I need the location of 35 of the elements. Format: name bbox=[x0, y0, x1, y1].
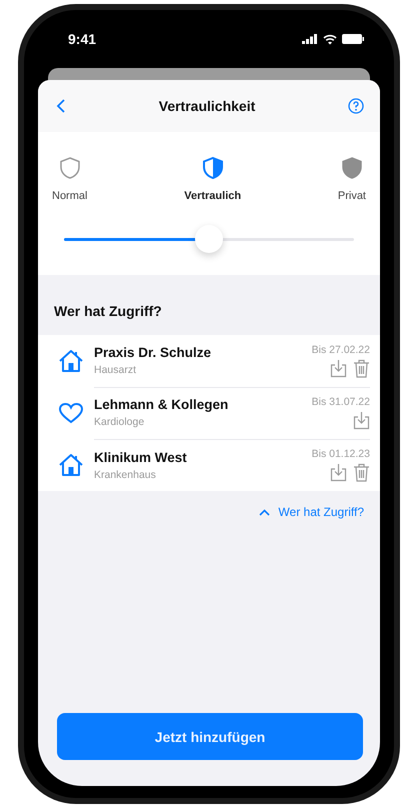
shield-icon bbox=[200, 156, 225, 180]
link-label: Wer hat Zugriff? bbox=[278, 505, 364, 519]
provider-type: Krankenhaus bbox=[94, 468, 157, 480]
collapse-link[interactable]: Wer hat Zugriff? bbox=[259, 505, 364, 519]
privacy-level-option[interactable]: Privat bbox=[338, 156, 366, 202]
download-icon[interactable] bbox=[330, 358, 347, 378]
privacy-level-option[interactable]: Normal bbox=[52, 156, 88, 202]
back-icon[interactable] bbox=[56, 98, 66, 114]
download-icon[interactable] bbox=[330, 463, 347, 482]
expiry-date: Bis 27.02.22 bbox=[312, 344, 370, 356]
section-title: Wer hat Zugriff? bbox=[53, 302, 163, 321]
wifi-icon bbox=[323, 34, 337, 44]
privacy-level-option[interactable]: Vertraulich bbox=[184, 156, 242, 202]
provider-type: Kardiologe bbox=[94, 416, 146, 428]
signal-icon bbox=[302, 34, 318, 44]
heart-icon bbox=[58, 401, 84, 425]
screen-title: Vertraulichkeit bbox=[158, 98, 256, 114]
house-icon bbox=[58, 349, 84, 373]
provider-type: Hausarzt bbox=[94, 364, 138, 376]
battery-icon bbox=[342, 34, 364, 44]
trash-icon[interactable] bbox=[353, 463, 370, 482]
slider-thumb[interactable] bbox=[195, 225, 223, 253]
expiry-date: Bis 01.12.23 bbox=[312, 448, 370, 460]
provider-name: Lehmann & Kollegen bbox=[94, 397, 230, 412]
help-icon[interactable] bbox=[348, 98, 364, 114]
chevron-up-icon bbox=[259, 508, 270, 516]
expiry-date: Bis 31.07.22 bbox=[312, 396, 370, 408]
provider-name: Klinikum West bbox=[94, 450, 188, 464]
status-time: 9:41 bbox=[68, 31, 96, 47]
shield-icon bbox=[340, 156, 364, 180]
trash-icon[interactable] bbox=[353, 358, 370, 378]
provider-name: Praxis Dr. Schulze bbox=[94, 345, 212, 360]
shield-icon bbox=[58, 156, 82, 180]
download-icon[interactable] bbox=[353, 410, 370, 430]
house-icon bbox=[58, 453, 84, 477]
